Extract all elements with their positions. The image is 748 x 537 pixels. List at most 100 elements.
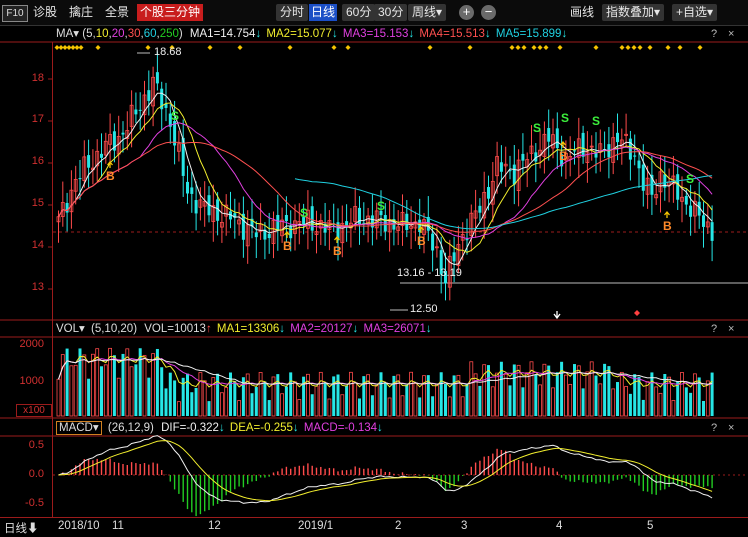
volume-bar bbox=[112, 355, 116, 416]
candle-body bbox=[676, 174, 680, 200]
volume-bar bbox=[564, 374, 568, 417]
volume-bar bbox=[478, 385, 482, 416]
tab-intraday[interactable]: 分时 bbox=[276, 4, 309, 21]
marker-diamond-icon bbox=[634, 310, 640, 316]
volume-bar bbox=[508, 385, 512, 416]
volume-bar bbox=[676, 381, 680, 416]
volume-bar bbox=[400, 395, 405, 417]
f10-button[interactable]: F10 bbox=[2, 5, 28, 22]
vol-close-icon[interactable]: × bbox=[728, 321, 734, 337]
down-arrow-icon: ⬇ bbox=[27, 523, 39, 535]
vol-help-icon[interactable]: ? bbox=[711, 321, 717, 337]
macd-params: (26,12,9) bbox=[107, 422, 154, 434]
down-arrow-icon: ↓ bbox=[218, 422, 225, 434]
candle-body bbox=[190, 187, 194, 194]
volume-bar bbox=[348, 371, 353, 417]
volume-bar bbox=[684, 387, 688, 416]
volume-bar bbox=[224, 387, 229, 417]
candle-body bbox=[87, 155, 91, 168]
volume-bar bbox=[525, 372, 530, 417]
volume-bar bbox=[576, 365, 581, 417]
y-label-13: 13 bbox=[31, 281, 44, 293]
vol-indicator-select[interactable]: VOL▾ bbox=[56, 323, 85, 335]
volume-bar bbox=[619, 371, 624, 417]
candle-body bbox=[289, 225, 293, 239]
volume-bar bbox=[409, 371, 414, 417]
add-watchlist-dropdown[interactable]: +自选▾ bbox=[672, 4, 718, 21]
index-overlay-dropdown[interactable]: 指数叠加▾ bbox=[602, 4, 665, 21]
tab-60min[interactable]: 60分 bbox=[342, 4, 376, 21]
volume-bar bbox=[658, 392, 663, 417]
zoom-in-button[interactable]: + bbox=[459, 5, 474, 20]
volume-bar bbox=[314, 385, 319, 417]
signal-diamond-icon bbox=[521, 45, 527, 50]
vol-params: (5,10,20) bbox=[91, 323, 138, 335]
volume-bar bbox=[103, 364, 108, 417]
volume-bar bbox=[263, 381, 267, 416]
x-label-5: 5 bbox=[647, 520, 654, 532]
stock-chart[interactable]: S S S S S S S B B B B B B bbox=[0, 25, 748, 517]
tab-daily[interactable]: 日线 bbox=[309, 4, 338, 21]
candle-body bbox=[186, 181, 189, 194]
y-label-18: 18 bbox=[31, 72, 44, 84]
buy-signal-icon: B bbox=[106, 169, 115, 183]
macd-lines bbox=[58, 435, 713, 504]
volume-bar bbox=[534, 374, 538, 416]
high-price-label: 18.68 bbox=[154, 46, 182, 58]
volume-bar bbox=[289, 372, 293, 416]
zoom-out-button[interactable]: − bbox=[481, 5, 496, 20]
candle-body bbox=[452, 252, 456, 262]
macd-indicator-select[interactable]: MACD▾ bbox=[56, 421, 102, 435]
down-arrow-icon: ↓ bbox=[292, 422, 299, 434]
candle-body bbox=[628, 138, 632, 160]
candle-body bbox=[573, 150, 576, 152]
buy-signal-icon: B bbox=[333, 244, 342, 258]
signal-diamond-icon bbox=[543, 45, 549, 50]
macd-legend: MACD▾ (26,12,9) DIF=-0.322↓ DEA=-0.255↓ … bbox=[56, 420, 383, 436]
period-switch[interactable]: 日线⬇ bbox=[4, 520, 39, 536]
volume-bar bbox=[345, 385, 349, 416]
signal-diamond-icon bbox=[78, 45, 84, 50]
volume-bar bbox=[190, 392, 194, 416]
volume-bar bbox=[413, 383, 418, 417]
buy-signal-icon: B bbox=[283, 239, 292, 253]
volume-bar bbox=[482, 364, 487, 417]
buy-signal-icon: B bbox=[559, 149, 568, 163]
volume-bar bbox=[671, 400, 676, 417]
tab-qinzhuang[interactable]: 擒庄 bbox=[69, 4, 93, 21]
sell-signal-icon: S bbox=[686, 172, 694, 186]
volume-bar bbox=[186, 373, 189, 416]
volume-bar bbox=[710, 372, 714, 416]
volume-bar bbox=[383, 383, 387, 416]
volume-bar bbox=[538, 384, 542, 417]
signal-diamond-icon bbox=[331, 45, 337, 50]
tab-30min[interactable]: 30分 bbox=[374, 4, 408, 21]
volume-bar bbox=[297, 399, 302, 417]
volume-bar bbox=[379, 372, 383, 416]
vol-ma2-value: MA2=20127 bbox=[290, 323, 353, 335]
tab-diagnose[interactable]: 诊股 bbox=[33, 4, 57, 21]
draw-line-button[interactable]: 画线 bbox=[570, 4, 594, 21]
volume-bar bbox=[310, 394, 314, 416]
signal-diamond-icon bbox=[531, 45, 537, 50]
volume-bar bbox=[233, 381, 237, 416]
tab-stock-3min[interactable]: 个股三分钟 bbox=[137, 4, 204, 21]
volume-bar bbox=[353, 382, 358, 417]
macd-help-icon[interactable]: ? bbox=[711, 420, 717, 436]
candle-body bbox=[641, 164, 645, 191]
volume-bar bbox=[439, 372, 443, 416]
macd-close-icon[interactable]: × bbox=[728, 420, 734, 436]
signal-diamond-icon bbox=[345, 45, 351, 50]
volume-bar bbox=[318, 371, 323, 417]
candle-body bbox=[465, 239, 469, 241]
down-arrow-icon: ↓ bbox=[425, 323, 432, 335]
weekly-dropdown[interactable]: 周线▾ bbox=[408, 4, 447, 21]
volume-bar bbox=[267, 400, 271, 416]
up-arrow-icon: ↑ bbox=[205, 323, 212, 335]
vol-legend: VOL▾ (5,10,20) VOL=10013↑ MA1=13306↓ MA2… bbox=[56, 321, 432, 337]
volume-bar bbox=[702, 400, 705, 416]
signal-diamond-icon bbox=[237, 45, 243, 50]
vol-value: VOL=10013 bbox=[144, 323, 206, 335]
tab-panorama[interactable]: 全景 bbox=[105, 4, 129, 21]
vol-unit-badge: x100 bbox=[16, 404, 52, 417]
